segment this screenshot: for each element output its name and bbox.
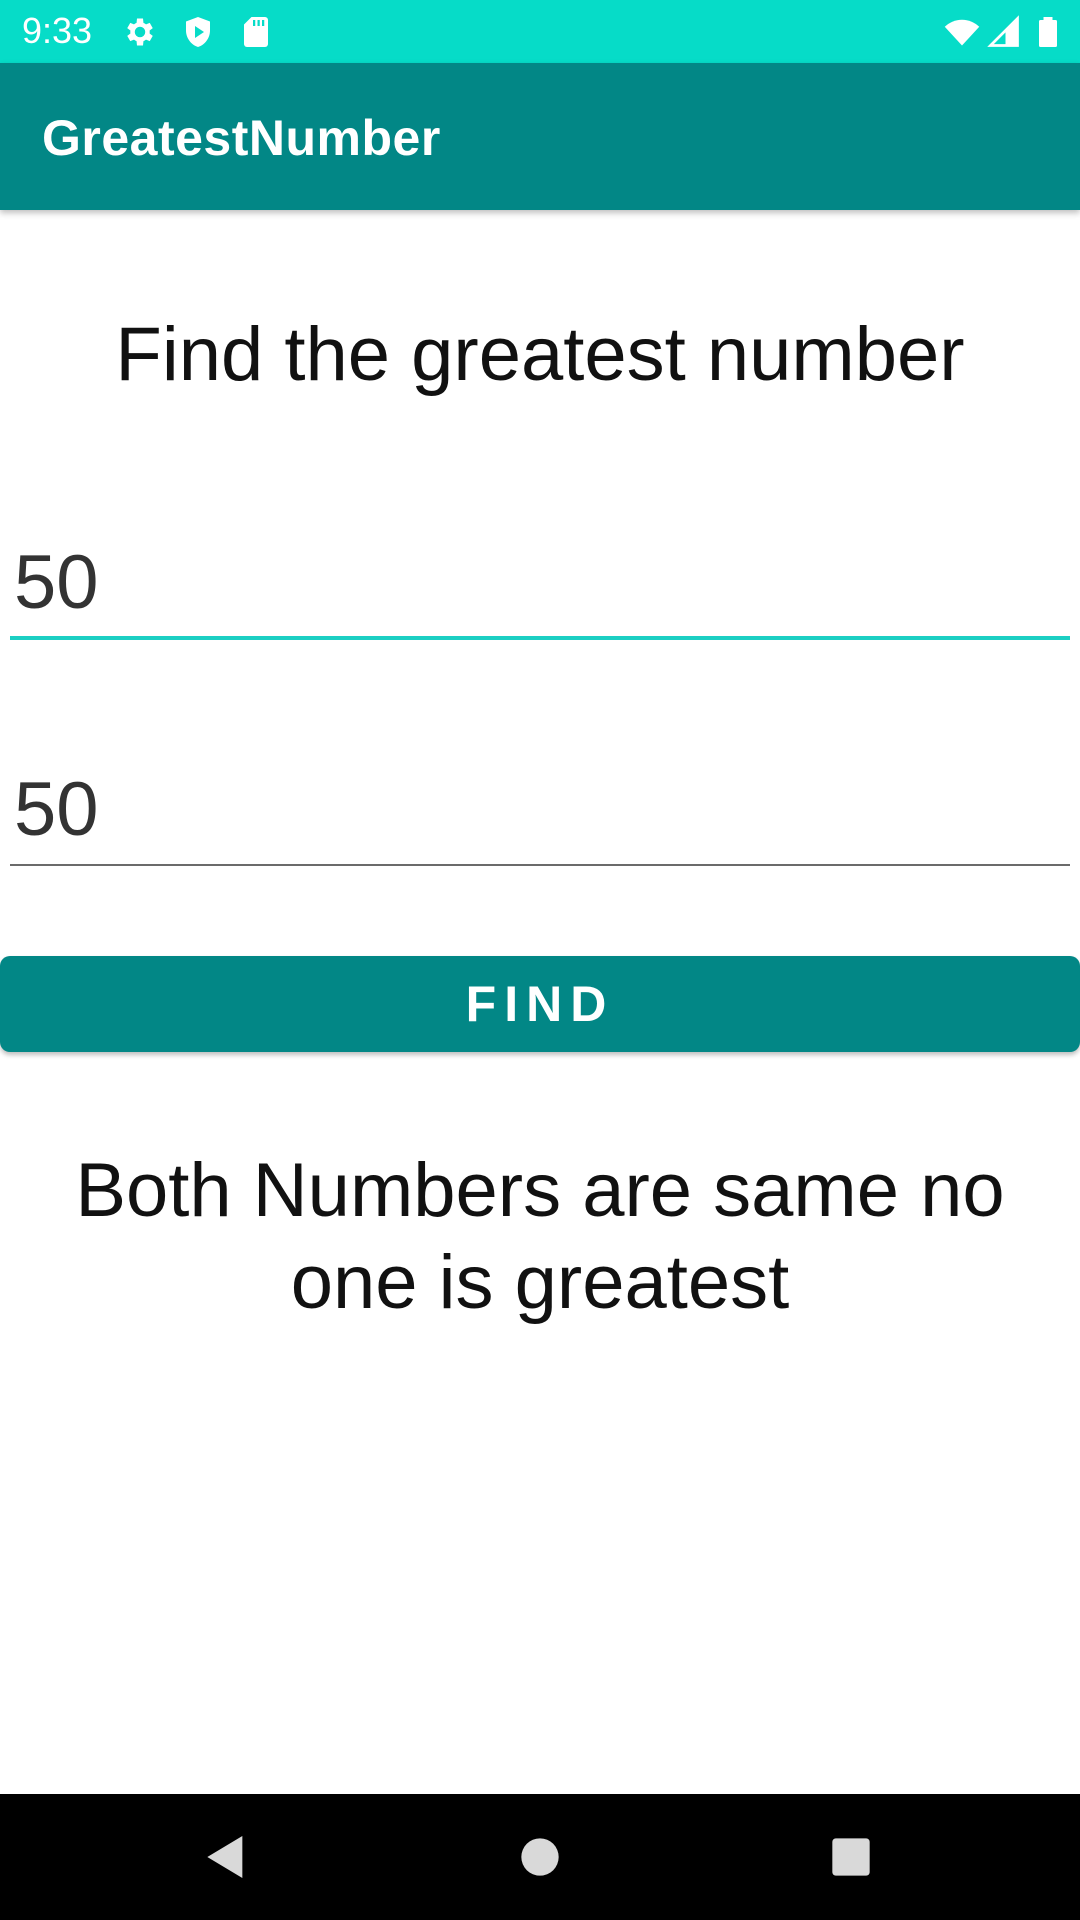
navigation-bar <box>0 1794 1080 1920</box>
shield-play-icon <box>180 14 216 50</box>
recents-icon[interactable] <box>823 1829 879 1885</box>
app-bar: GreatestNumber <box>0 63 1080 210</box>
second-number-value: 50 <box>14 767 99 852</box>
first-number-input[interactable]: 50 <box>10 530 1070 645</box>
page-heading: Find the greatest number <box>115 312 965 397</box>
app-title: GreatestNumber <box>42 110 441 166</box>
second-number-input[interactable]: 50 <box>10 757 1070 869</box>
find-button[interactable]: FIND <box>0 956 1080 1052</box>
result-text: Both Numbers are same no one is greatest <box>75 1148 1005 1325</box>
battery-icon <box>1030 14 1066 50</box>
home-icon[interactable] <box>512 1829 568 1885</box>
wifi-icon <box>944 14 980 50</box>
second-number-underline <box>10 864 1070 866</box>
back-icon[interactable] <box>198 1829 254 1885</box>
first-number-underline <box>10 636 1070 640</box>
screen: 9:33 GreatestNumber Find the greatest nu… <box>0 0 1080 1920</box>
status-time: 9:33 <box>22 10 93 51</box>
first-number-value: 50 <box>14 540 99 625</box>
status-bar: 9:33 <box>0 0 1080 63</box>
sd-card-icon <box>238 14 274 50</box>
signal-icon <box>986 14 1022 50</box>
gear-icon <box>122 14 158 50</box>
